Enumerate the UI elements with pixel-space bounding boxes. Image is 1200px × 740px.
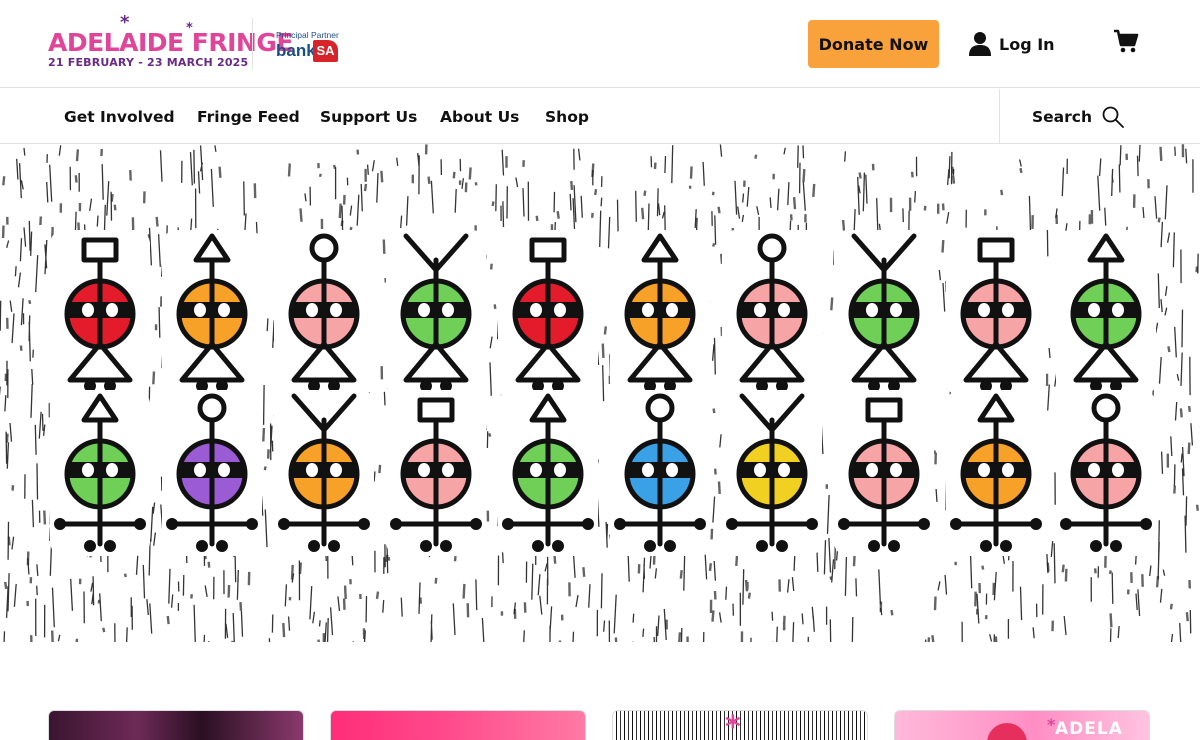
partner-sa-badge: SA bbox=[313, 40, 338, 62]
partner-bank-text: bank bbox=[276, 41, 316, 60]
feature-card-2[interactable] bbox=[330, 710, 586, 740]
header-divider bbox=[252, 18, 253, 70]
card-image-figure bbox=[987, 723, 1027, 740]
nav-divider bbox=[999, 89, 1000, 144]
card-star-glyph: * bbox=[725, 710, 741, 740]
totem-figure bbox=[834, 390, 934, 556]
totem-figure bbox=[386, 230, 486, 396]
hero-artwork bbox=[0, 144, 1199, 642]
main-navigation: Get Involved Fringe Feed Support Us Abou… bbox=[0, 89, 1200, 144]
totem-figure bbox=[610, 230, 710, 396]
festival-dates: 21 FEBRUARY - 23 MARCH 2025 bbox=[48, 56, 249, 69]
totem-figure bbox=[1056, 230, 1156, 396]
nav-item-about-us[interactable]: About Us bbox=[440, 89, 519, 144]
partner-caption: Principal Partner bbox=[276, 30, 339, 40]
log-in-label: Log In bbox=[999, 34, 1055, 54]
cart-icon bbox=[1114, 29, 1139, 53]
totem-figure bbox=[946, 390, 1046, 556]
totem-figure bbox=[50, 230, 150, 396]
search-label: Search bbox=[1032, 107, 1093, 126]
totem-figure bbox=[50, 390, 150, 556]
search-button[interactable]: Search bbox=[1032, 89, 1124, 144]
adelaide-fringe-logo[interactable]: * * ADELAIDE FRINGE 21 FEBRUARY - 23 MAR… bbox=[48, 14, 293, 72]
totem-figure bbox=[274, 390, 374, 556]
log-in-button[interactable]: Log In bbox=[969, 28, 1055, 60]
nav-item-fringe-feed[interactable]: Fringe Feed bbox=[197, 89, 300, 144]
nav-item-shop[interactable]: Shop bbox=[545, 89, 589, 144]
feature-card-4[interactable]: * ADELA bbox=[894, 710, 1150, 740]
feature-card-1[interactable] bbox=[48, 710, 304, 740]
totem-figure bbox=[722, 390, 822, 556]
search-icon bbox=[1102, 106, 1124, 128]
hero-banner bbox=[0, 144, 1200, 642]
logo-wordmark: ADELAIDE FRINGE bbox=[48, 28, 293, 57]
totem-figure bbox=[386, 390, 486, 556]
totem-figure bbox=[1056, 390, 1156, 556]
totem-figure bbox=[946, 230, 1046, 396]
totem-figure bbox=[498, 390, 598, 556]
principal-partner-logo[interactable]: Principal Partner bank SA bbox=[276, 30, 346, 72]
nav-item-get-involved[interactable]: Get Involved bbox=[64, 89, 175, 144]
totem-figure bbox=[722, 230, 822, 396]
donate-now-button[interactable]: Donate Now bbox=[808, 20, 939, 68]
totem-figure bbox=[610, 390, 710, 556]
feature-cards: * * ADELA bbox=[0, 642, 1200, 740]
cart-button[interactable] bbox=[1112, 28, 1140, 56]
nav-item-support-us[interactable]: Support Us bbox=[320, 89, 417, 144]
site-header: * * ADELAIDE FRINGE 21 FEBRUARY - 23 MAR… bbox=[0, 0, 1200, 88]
feature-card-3[interactable]: * bbox=[612, 710, 868, 740]
totem-figure bbox=[498, 230, 598, 396]
card-logo-text: ADELA bbox=[1055, 719, 1123, 739]
user-icon bbox=[969, 32, 991, 56]
totem-figure bbox=[834, 230, 934, 396]
totem-figure bbox=[274, 230, 374, 396]
totem-figure bbox=[162, 390, 262, 556]
totem-figure bbox=[162, 230, 262, 396]
